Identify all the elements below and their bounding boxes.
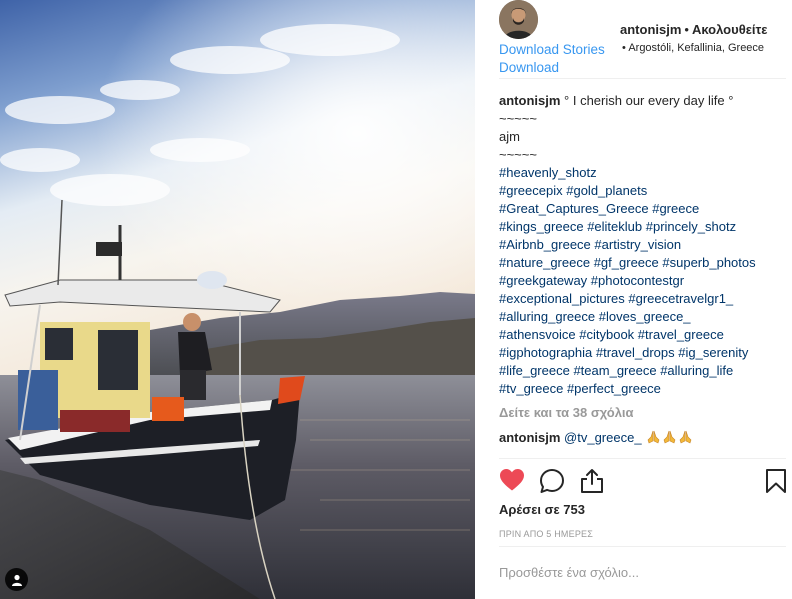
hashtag-link[interactable]: #heavenly_shotz [499,165,597,180]
hashtag-link[interactable]: #greekgateway [499,273,587,288]
hashtag-link[interactable]: #Great_Captures_Greece [499,201,649,216]
download-link[interactable]: Download [499,60,559,75]
hashtag-line: #life_greece #team_greece #alluring_life [499,362,789,380]
hashtag-link[interactable]: #team_greece [573,363,656,378]
header-divider [499,78,786,79]
caption-line: ajm [499,129,520,144]
hashtag-link[interactable]: #artistry_vision [594,237,681,252]
header-separator: • [684,22,689,37]
post-photo[interactable] [0,0,475,599]
caption-line: ~~~~~ [499,147,537,162]
pray-icon [645,430,661,445]
location-link[interactable]: • Argostóli, Kefallinia, Greece [622,42,764,54]
hashtag-link[interactable]: #ig_serenity [678,345,748,360]
hashtag-link[interactable]: #tv_greece [499,381,563,396]
add-comment-input[interactable]: Προσθέστε ένα σχόλιο... [499,565,786,580]
hashtag-line: #greecepix #gold_planets [499,182,789,200]
hashtag-link[interactable]: #life_greece [499,363,570,378]
action-bar [499,468,789,496]
avatar[interactable] [499,0,538,39]
hashtag-line: #igphotographia #travel_drops #ig_sereni… [499,344,789,362]
hashtag-link[interactable]: #alluring_life [660,363,733,378]
hashtag-line: #alluring_greece #loves_greece_ [499,308,789,326]
caption: antonisjm ° I cherish our every day life… [499,92,789,398]
hashtag-link[interactable]: #gold_planets [566,183,647,198]
hashtag-line: #nature_greece #gf_greece #superb_photos [499,254,789,272]
view-all-comments-link[interactable]: Δείτε και τα 38 σχόλια [499,405,634,420]
boat-harbor-image [0,0,475,599]
hashtag-link[interactable]: #kings_greece [499,219,584,234]
pray-icon [661,430,677,445]
hashtag-line: #Airbnb_greece #artistry_vision [499,236,789,254]
hashtag-link[interactable]: #eliteklub [587,219,642,234]
hashtag-link[interactable]: #loves_greece_ [599,309,691,324]
hashtag-line: #athensvoice #citybook #travel_greece [499,326,789,344]
hashtag-link[interactable]: #travel_greece [638,327,724,342]
hashtag-line: #tv_greece #perfect_greece [499,380,789,398]
location-bullet: • [622,42,626,54]
hashtag-list: #heavenly_shotz #greecepix #gold_planets #… [499,164,789,398]
share-icon[interactable] [579,468,605,499]
comment-mention[interactable]: @tv_greece_ [564,430,642,445]
hashtag-link[interactable]: #greecepix [499,183,563,198]
hashtag-link[interactable]: #princely_shotz [646,219,736,234]
comment: antonisjm @tv_greece_ 🙏🙏🙏 [499,430,693,445]
hashtag-link[interactable]: #perfect_greece [567,381,661,396]
hashtag-link[interactable]: #citybook [579,327,634,342]
hashtag-link[interactable]: #nature_greece [499,255,590,270]
bookmark-icon[interactable] [765,468,787,499]
comment-username[interactable]: antonisjm [499,430,560,445]
hashtag-line: #kings_greece #eliteklub #princely_shotz [499,218,789,236]
hashtag-link[interactable]: #igphotographia [499,345,592,360]
post-timestamp: ΠΡΙΝ ΑΠΟ 5 ΗΜΕΡΕΣ [499,529,593,539]
header-username[interactable]: antonisjm [620,22,681,37]
hashtag-link[interactable]: #exceptional_pictures [499,291,625,306]
hashtag-link[interactable]: #photocontestgr [591,273,684,288]
likes-count[interactable]: Αρέσει σε 753 [499,502,585,517]
hashtag-line: #greekgateway #photocontestgr [499,272,789,290]
caption-line: ~~~~~ [499,111,537,126]
header-user-line: antonisjm • Ακολουθείτε [620,22,767,37]
comment-divider [499,546,786,547]
tagged-people-icon[interactable] [5,568,28,591]
caption-username[interactable]: antonisjm [499,93,560,108]
hashtag-line: #Great_Captures_Greece #greece [499,200,789,218]
location-text[interactable]: Argostóli, Kefallinia, Greece [628,42,764,54]
hashtag-line: #heavenly_shotz [499,164,789,182]
hashtag-link[interactable]: #travel_drops [596,345,675,360]
caption-text: ° I cherish our every day life ° [564,93,734,108]
hashtag-link[interactable]: #Airbnb_greece [499,237,591,252]
caption-first-line: antonisjm ° I cherish our every day life… [499,92,789,110]
hashtag-link[interactable]: #greece [652,201,699,216]
hashtag-link[interactable]: #athensvoice [499,327,576,342]
post-header: antonisjm • Ακολουθείτε Download Stories D… [475,0,792,78]
hashtag-link[interactable]: #greecetravelgr1_ [628,291,733,306]
post-details-panel: antonisjm • Ακολουθείτε Download Stories D… [475,0,792,599]
following-button[interactable]: Ακολουθείτε [692,22,768,37]
hashtag-link[interactable]: #alluring_greece [499,309,595,324]
heart-icon[interactable] [499,468,525,497]
download-stories-link[interactable]: Download Stories [499,42,605,57]
pray-icon [677,430,693,445]
hashtag-link[interactable]: #gf_greece [594,255,659,270]
hashtag-line: #exceptional_pictures #greecetravelgr1_ [499,290,789,308]
comment-icon[interactable] [539,468,565,499]
hashtag-link[interactable]: #superb_photos [662,255,755,270]
actions-divider [499,458,786,459]
